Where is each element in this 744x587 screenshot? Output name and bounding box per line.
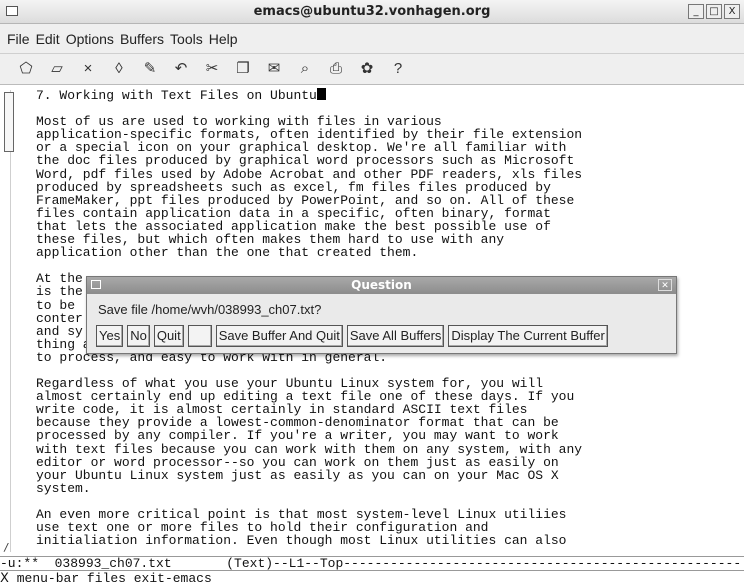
display-current-buffer-button[interactable]: Display The Current Buffer — [448, 325, 608, 347]
window-title: emacs@ubuntu32.vonhagen.org — [253, 4, 491, 19]
no-button[interactable]: No — [127, 325, 150, 347]
yes-button[interactable]: Yes — [96, 325, 124, 347]
scrollbar-track[interactable] — [10, 90, 24, 552]
close-buffer-icon[interactable]: × — [78, 59, 98, 79]
dialog-button-row: Yes No Quit Save Buffer And Quit Save Al… — [96, 325, 608, 347]
question-dialog: Question ✕ Save file /home/wvh/038993_ch… — [86, 276, 677, 354]
buffer-paragraph-1: Most of us are used to working with file… — [36, 114, 583, 261]
mode-line: -u:** 038993_ch07.txt (Text)--L1--Top---… — [0, 556, 744, 571]
help-icon[interactable]: ? — [388, 59, 408, 79]
preferences-icon[interactable]: ✿ — [357, 59, 377, 79]
menu-tools[interactable]: Tools — [169, 31, 204, 47]
open-file-icon[interactable]: ▱ — [47, 59, 67, 79]
print-icon[interactable]: ⎙ — [326, 59, 346, 79]
vertical-scrollbar[interactable]: / — [0, 86, 28, 556]
window-titlebar: emacs@ubuntu32.vonhagen.org _ □ X — [0, 0, 744, 24]
search-icon[interactable]: ⌕ — [295, 59, 315, 79]
undo-icon[interactable]: ↶ — [171, 59, 191, 79]
menu-edit[interactable]: Edit — [35, 31, 61, 47]
save-all-buffers-button[interactable]: Save All Buffers — [346, 325, 445, 347]
minibuffer-marker: Ⅹ — [0, 572, 17, 586]
buffer-heading: 7. Working with Text Files on Ubuntu — [36, 88, 317, 103]
minibuffer-text: menu-bar files exit-emacs — [16, 572, 212, 586]
menu-bar: File Edit Options Buffers Tools Help — [0, 24, 744, 54]
buffer-paragraph-3: Regardless of what you use your Ubuntu L… — [36, 376, 583, 496]
save-icon[interactable]: ◊ — [109, 59, 129, 79]
blank-button[interactable] — [187, 325, 212, 347]
save-as-icon[interactable]: ✎ — [140, 59, 160, 79]
dialog-message: Save file /home/wvh/038993_ch07.txt? — [98, 302, 322, 317]
save-buffer-and-quit-button[interactable]: Save Buffer And Quit — [215, 325, 343, 347]
new-file-icon[interactable]: ⬠ — [16, 59, 36, 79]
dialog-title: Question — [351, 278, 412, 292]
dialog-close-icon[interactable]: ✕ — [658, 279, 672, 291]
text-cursor — [316, 88, 326, 100]
dialog-titlebar: Question — [87, 277, 676, 294]
menu-options[interactable]: Options — [65, 31, 115, 47]
toolbar: ⬠ ▱ × ◊ ✎ ↶ ✂ ❐ ✉ ⌕ ⎙ ✿ ? — [0, 54, 744, 85]
window-controls: _ □ X — [688, 4, 740, 19]
menu-buffers[interactable]: Buffers — [119, 31, 165, 47]
dialog-menu-icon[interactable] — [91, 280, 101, 289]
minimize-button[interactable]: _ — [688, 4, 704, 19]
cut-icon[interactable]: ✂ — [202, 59, 222, 79]
menu-file[interactable]: File — [6, 31, 31, 47]
paste-icon[interactable]: ✉ — [264, 59, 284, 79]
menu-help[interactable]: Help — [208, 31, 239, 47]
quit-button[interactable]: Quit — [153, 325, 184, 347]
copy-icon[interactable]: ❐ — [233, 59, 253, 79]
close-button[interactable]: X — [724, 4, 740, 19]
buffer-paragraph-4: An even more critical point is that most… — [36, 507, 567, 549]
maximize-button[interactable]: □ — [706, 4, 722, 19]
minibuffer[interactable]: Ⅹ menu-bar files exit-emacs — [0, 572, 744, 587]
scrollbar-thumb[interactable] — [4, 92, 14, 152]
scrollbar-end-marker: / — [3, 541, 10, 554]
